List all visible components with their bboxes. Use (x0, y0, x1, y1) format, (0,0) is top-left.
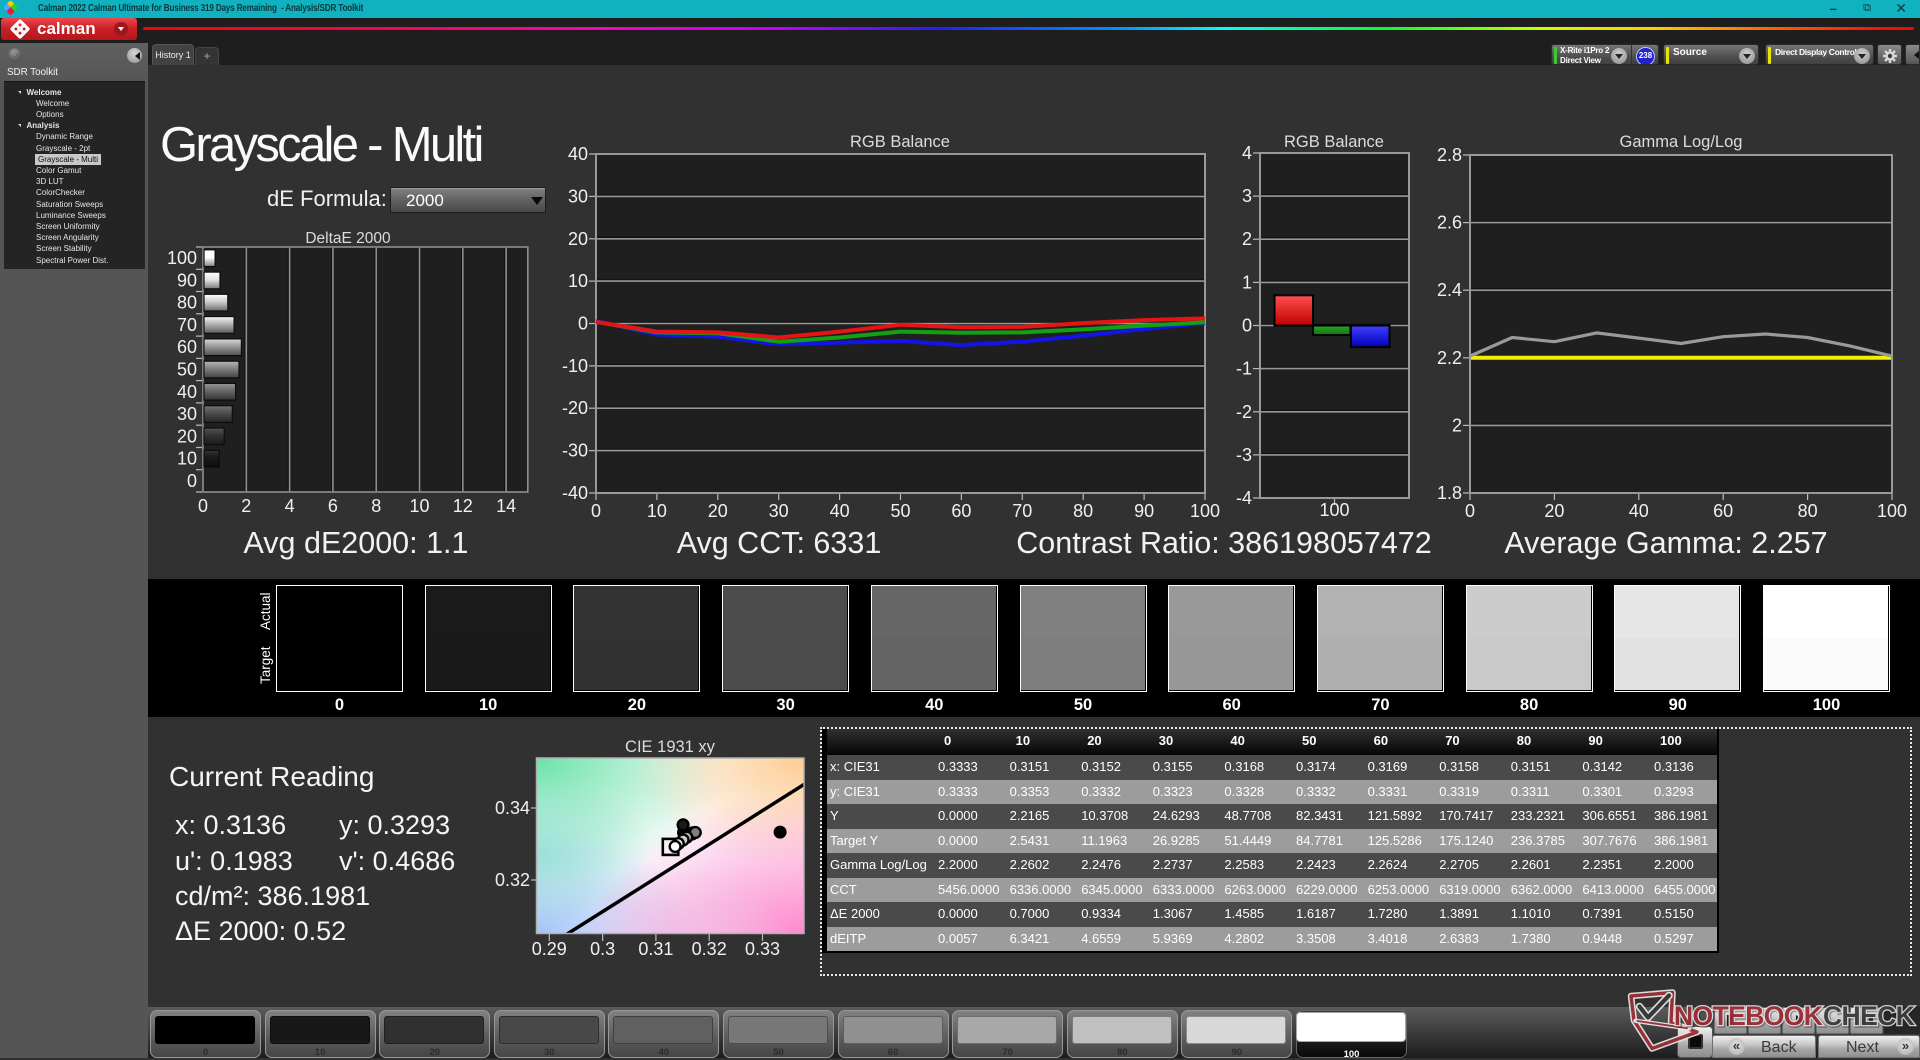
svg-text:-3: -3 (1236, 445, 1252, 465)
svg-text:0.32: 0.32 (495, 870, 530, 890)
svg-text:CIE 1931 xy: CIE 1931 xy (625, 738, 716, 756)
svg-text:20: 20 (1544, 501, 1564, 521)
svg-text:-10: -10 (562, 356, 588, 376)
svg-text:-2: -2 (1236, 402, 1252, 422)
svg-text:40: 40 (568, 144, 588, 164)
svg-text:0: 0 (1242, 316, 1252, 336)
svg-text:-30: -30 (562, 441, 588, 461)
svg-text:CHECK: CHECK (1823, 1001, 1915, 1031)
svg-text:RGB Balance: RGB Balance (1284, 133, 1384, 151)
svg-text:8: 8 (371, 496, 381, 516)
svg-text:0.3: 0.3 (590, 939, 615, 959)
svg-text:100: 100 (1877, 501, 1907, 521)
svg-text:2.4: 2.4 (1437, 280, 1462, 300)
svg-text:10: 10 (568, 271, 588, 291)
svg-text:0.33: 0.33 (745, 939, 780, 959)
svg-text:0.29: 0.29 (532, 939, 567, 959)
svg-text:1: 1 (1242, 272, 1252, 292)
svg-text:4: 4 (285, 496, 295, 516)
svg-text:100: 100 (1190, 501, 1220, 521)
svg-text:6: 6 (328, 496, 338, 516)
svg-text:60: 60 (951, 501, 971, 521)
svg-text:10: 10 (177, 449, 197, 469)
svg-text:20: 20 (708, 501, 728, 521)
svg-text:14: 14 (496, 496, 516, 516)
svg-text:0.31: 0.31 (638, 939, 673, 959)
svg-text:40: 40 (830, 501, 850, 521)
svg-text:90: 90 (177, 270, 197, 290)
svg-text:12: 12 (453, 496, 473, 516)
svg-text:0.34: 0.34 (495, 798, 530, 818)
svg-text:2: 2 (1452, 415, 1462, 435)
svg-text:-4: -4 (1236, 488, 1252, 508)
svg-text:0: 0 (187, 471, 197, 491)
svg-text:-20: -20 (562, 398, 588, 418)
svg-text:70: 70 (177, 315, 197, 335)
svg-text:80: 80 (1798, 501, 1818, 521)
svg-text:80: 80 (1073, 501, 1093, 521)
svg-text:20: 20 (568, 229, 588, 249)
svg-text:0.32: 0.32 (692, 939, 727, 959)
svg-text:10: 10 (409, 496, 429, 516)
svg-text:90: 90 (1134, 501, 1154, 521)
svg-text:40: 40 (177, 382, 197, 402)
svg-text:0: 0 (1465, 501, 1475, 521)
svg-text:3: 3 (1242, 186, 1252, 206)
svg-text:2.8: 2.8 (1437, 145, 1462, 165)
svg-text:0: 0 (578, 314, 588, 334)
svg-text:-1: -1 (1236, 359, 1252, 379)
svg-text:DeltaE 2000: DeltaE 2000 (305, 230, 391, 247)
svg-text:0: 0 (591, 501, 601, 521)
svg-text:50: 50 (177, 360, 197, 380)
svg-text:40: 40 (1629, 501, 1649, 521)
svg-text:1.8: 1.8 (1437, 483, 1462, 503)
svg-text:4: 4 (1242, 143, 1252, 163)
svg-text:80: 80 (177, 293, 197, 313)
svg-text:NOTEBOOK: NOTEBOOK (1674, 1001, 1823, 1031)
svg-text:30: 30 (568, 186, 588, 206)
svg-text:20: 20 (177, 426, 197, 446)
svg-text:30: 30 (177, 404, 197, 424)
svg-text:2.6: 2.6 (1437, 213, 1462, 233)
svg-text:-40: -40 (562, 483, 588, 503)
svg-text:10: 10 (647, 501, 667, 521)
svg-text:2: 2 (241, 496, 251, 516)
svg-text:0: 0 (198, 496, 208, 516)
svg-text:50: 50 (890, 501, 910, 521)
svg-text:30: 30 (769, 501, 789, 521)
svg-text:60: 60 (177, 337, 197, 357)
svg-text:2: 2 (1242, 229, 1252, 249)
svg-text:100: 100 (167, 248, 197, 268)
svg-text:Gamma Log/Log: Gamma Log/Log (1620, 133, 1743, 151)
svg-text:2.2: 2.2 (1437, 348, 1462, 368)
svg-text:70: 70 (1012, 501, 1032, 521)
svg-text:RGB Balance: RGB Balance (850, 133, 950, 151)
svg-text:100: 100 (1319, 500, 1349, 520)
svg-text:60: 60 (1713, 501, 1733, 521)
